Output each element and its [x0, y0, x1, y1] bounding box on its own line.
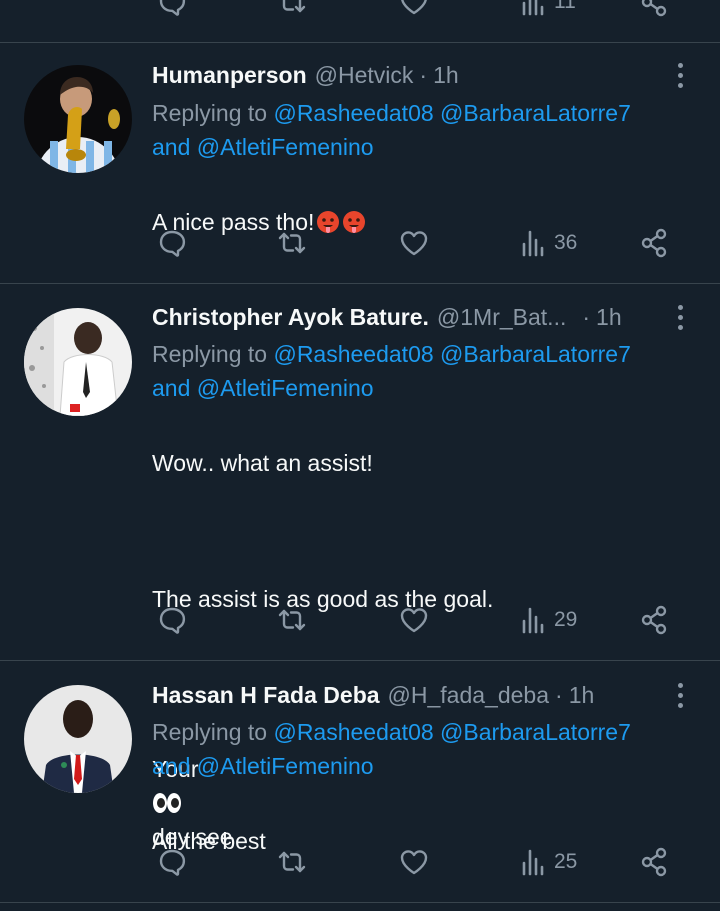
- like-button[interactable]: [398, 223, 430, 263]
- reply-button[interactable]: [156, 842, 188, 882]
- replying-prefix: Replying to: [152, 719, 268, 745]
- like-button[interactable]: [398, 0, 430, 22]
- separator: ·: [582, 303, 591, 330]
- mention-link[interactable]: @AtletiFemenino: [197, 134, 374, 160]
- retweet-icon: [276, 227, 308, 259]
- timestamp[interactable]: 1h: [433, 62, 459, 89]
- separator: ·: [555, 681, 563, 708]
- views-icon: [518, 846, 550, 878]
- like-icon: [398, 846, 430, 878]
- replying-to: Replying to @Rasheedat08 @BarbaraLatorre…: [152, 96, 700, 164]
- like-icon: [398, 227, 430, 259]
- replying-to: Replying to @Rasheedat08 @BarbaraLatorre…: [152, 337, 700, 405]
- views-count: 36: [554, 231, 578, 254]
- like-icon: [398, 604, 430, 636]
- avatar[interactable]: [24, 685, 132, 793]
- more-options-button[interactable]: [668, 678, 692, 712]
- tweet[interactable]: Christopher Ayok Bature. @1Mr_Bat... · 1…: [0, 284, 720, 850]
- more-icon: [677, 304, 683, 330]
- display-name[interactable]: Hassan H Fada Deba: [152, 682, 380, 709]
- reply-button[interactable]: [156, 600, 188, 640]
- previous-tweet-actions: 11: [0, 0, 720, 43]
- mention-link[interactable]: @Rasheedat08: [273, 341, 433, 367]
- views-button[interactable]: 11: [518, 0, 576, 22]
- more-options-button[interactable]: [668, 58, 692, 92]
- share-button[interactable]: [638, 600, 670, 640]
- timestamp[interactable]: 1h: [569, 682, 595, 709]
- reply-button[interactable]: [156, 223, 188, 263]
- more-options-button[interactable]: [668, 300, 692, 334]
- and-text: and: [152, 753, 191, 779]
- views-count: 25: [554, 850, 578, 873]
- retweet-button[interactable]: [276, 842, 308, 882]
- more-icon: [677, 62, 683, 88]
- retweet-icon: [276, 604, 308, 636]
- tweet[interactable]: Humanperson @Hetvick · 1h Replying to @R…: [0, 43, 720, 284]
- views-icon: [518, 0, 550, 18]
- share-button[interactable]: [638, 223, 670, 263]
- tweet-line: Wow.. what an assist!: [152, 450, 373, 476]
- mention-link[interactable]: @BarbaraLatorre7: [440, 341, 631, 367]
- views-icon: [518, 227, 550, 259]
- tweet-header: Hassan H Fada Deba @H_fada_deba · 1h: [152, 678, 660, 712]
- views-count: 29: [554, 608, 578, 631]
- more-icon: [677, 682, 683, 708]
- tweet[interactable]: Hassan H Fada Deba @H_fada_deba · 1h Rep…: [0, 661, 720, 903]
- separator: ·: [419, 61, 428, 88]
- timestamp[interactable]: 1h: [596, 304, 622, 331]
- reply-icon: [156, 604, 188, 636]
- retweet-button[interactable]: [276, 600, 308, 640]
- reply-icon: [156, 227, 188, 259]
- mention-link[interactable]: @BarbaraLatorre7: [440, 719, 631, 745]
- mention-link[interactable]: @BarbaraLatorre7: [440, 100, 631, 126]
- share-button[interactable]: [638, 0, 670, 22]
- avatar[interactable]: [24, 308, 132, 416]
- views-button[interactable]: 29: [518, 600, 577, 640]
- user-handle[interactable]: @1Mr_Bat...: [437, 304, 566, 331]
- user-handle[interactable]: @Hetvick: [315, 62, 414, 89]
- display-name[interactable]: Christopher Ayok Bature.: [152, 304, 429, 331]
- share-icon: [638, 604, 670, 636]
- tweet-header: Christopher Ayok Bature. @1Mr_Bat... · 1…: [152, 300, 660, 334]
- like-button[interactable]: [398, 600, 430, 640]
- views-icon: [518, 604, 550, 636]
- retweet-icon: [276, 0, 308, 18]
- share-button[interactable]: [638, 842, 670, 882]
- display-name[interactable]: Humanperson: [152, 62, 307, 89]
- replying-to: Replying to @Rasheedat08 @BarbaraLatorre…: [152, 715, 700, 783]
- mention-link[interactable]: @AtletiFemenino: [197, 375, 374, 401]
- and-text: and: [152, 134, 191, 160]
- reply-button[interactable]: [156, 0, 188, 22]
- mention-link[interactable]: @Rasheedat08: [273, 100, 433, 126]
- like-icon: [398, 0, 430, 18]
- retweet-button[interactable]: [276, 0, 308, 22]
- replying-prefix: Replying to: [152, 341, 268, 367]
- tweet-header: Humanperson @Hetvick · 1h: [152, 58, 660, 92]
- tweet-actions: 29: [0, 600, 720, 640]
- share-icon: [638, 846, 670, 878]
- reply-icon: [156, 846, 188, 878]
- user-handle[interactable]: @H_fada_deba: [388, 682, 549, 709]
- like-button[interactable]: [398, 842, 430, 882]
- share-icon: [638, 0, 670, 18]
- views-count: 11: [554, 0, 576, 13]
- replying-prefix: Replying to: [152, 100, 268, 126]
- views-button[interactable]: 25: [518, 842, 577, 882]
- tweet-actions: 36: [0, 223, 720, 263]
- views-button[interactable]: 36: [518, 223, 577, 263]
- retweet-button[interactable]: [276, 223, 308, 263]
- reply-icon: [156, 0, 188, 18]
- mention-link[interactable]: @AtletiFemenino: [197, 753, 374, 779]
- mention-link[interactable]: @Rasheedat08: [273, 719, 433, 745]
- retweet-icon: [276, 846, 308, 878]
- avatar[interactable]: [24, 65, 132, 173]
- share-icon: [638, 227, 670, 259]
- reply-feed: 11 Humanperson @Hetvick · 1h Replying to…: [0, 0, 720, 911]
- and-text: and: [152, 375, 191, 401]
- tweet-actions: 25: [0, 842, 720, 882]
